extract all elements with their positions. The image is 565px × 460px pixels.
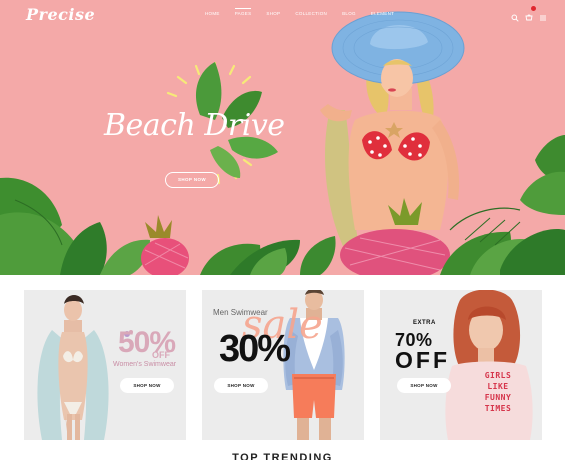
right-foliage [440,135,565,275]
nav-pages[interactable]: Pages [234,8,252,16]
men-swimwear-label: Men Swimwear [213,308,268,317]
nav-shop[interactable]: Shop [266,11,280,16]
hero-banner: Precise Home Pages Shop Collection Blog … [0,0,565,275]
header-actions [511,6,547,22]
extra-label: EXTRA [413,320,436,326]
nav-home[interactable]: Home [205,11,220,16]
women-discount-off: OFF [152,350,170,360]
hero-title: Beach Drive [104,108,285,143]
nav-blog[interactable]: Blog [342,11,356,16]
main-nav: Home Pages Shop Collection Blog Element [205,8,409,16]
cart-count-badge [531,6,536,11]
shirt-print: GIRLS LIKE FUNNY TIMES [470,370,526,414]
nav-collection[interactable]: Collection [295,11,327,16]
women-shop-now-button[interactable]: SHOP NOW [120,378,174,393]
section-title: TOP TRENDING [232,452,333,460]
men-discount-percent: 30% [219,328,291,370]
kids-discount-off: OFF [395,347,450,373]
middle-foliage [200,236,336,275]
shirt-print-line: TIMES [484,404,512,413]
pineapple-left [141,215,189,275]
site-logo[interactable]: Precise [26,5,95,24]
men-shop-now-button[interactable]: SHOP NOW [214,378,268,393]
women-swimwear-label: Women's Swimwear [113,361,177,368]
left-foliage [0,177,150,275]
cart-icon[interactable] [525,6,536,21]
search-icon[interactable] [511,9,519,22]
menu-icon[interactable] [539,9,547,21]
shirt-print-line: GIRLS [484,371,512,380]
site-header: Precise Home Pages Shop Collection Blog … [0,0,565,28]
shirt-print-line: LIKE [487,382,509,391]
nav-element[interactable]: Element [371,11,394,16]
hero-shop-now-button[interactable]: SHOP NOW [165,172,219,188]
shirt-print-line: FUNNY [484,393,512,402]
kids-shop-now-button[interactable]: SHOP NOW [397,378,451,393]
